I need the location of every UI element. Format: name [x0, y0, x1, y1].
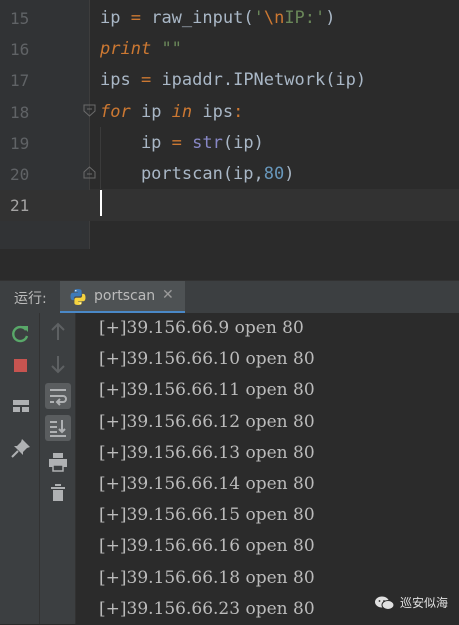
code-line[interactable]: 19 ip = str(ip) — [0, 128, 459, 159]
code-token: ip — [100, 8, 121, 28]
console-line: [+]39.156.66.10 open 80 — [99, 349, 315, 370]
stop-icon[interactable] — [8, 353, 34, 379]
wechat-icon — [375, 596, 395, 610]
run-toolbar-primary — [0, 313, 40, 624]
editor-bottom-area — [0, 249, 459, 279]
code-text: ip = str(ip) — [100, 128, 264, 159]
code-line[interactable]: 17 ips = ipaddr.IPNetwork(ip) — [0, 65, 459, 96]
fold-end-icon[interactable] — [83, 166, 96, 179]
console-line: [+]39.156.66.13 open 80 — [99, 442, 315, 463]
console-line: [+]39.156.66.12 open 80 — [99, 411, 315, 432]
fold-collapse-icon[interactable] — [83, 104, 96, 117]
code-token: "" — [161, 39, 182, 60]
python-icon — [70, 289, 86, 305]
console-line: [+]39.156.66.9 open 80 — [99, 318, 304, 338]
indent-guide — [100, 127, 101, 189]
code-editor[interactable]: 15 ip = raw_input('\nIP:') 16 print "" 17 ips… — [0, 0, 459, 249]
code-token: str — [192, 132, 223, 153]
code-text: for ip in ips: — [100, 97, 243, 128]
code-token: = — [171, 132, 182, 153]
tab-portscan[interactable]: portscan ✕ — [60, 281, 185, 314]
console-line: [+]39.156.66.15 open 80 — [99, 505, 315, 526]
code-token: ) — [284, 164, 295, 184]
code-line[interactable]: 16 print "" — [0, 34, 459, 65]
code-line[interactable]: 18 for ip in ips: — [0, 97, 459, 128]
run-toolbar-secondary — [40, 313, 76, 624]
line-number: 18 — [10, 102, 30, 122]
code-token: ip — [100, 132, 172, 153]
code-token: = — [120, 8, 152, 28]
watermark-text: 巡安似海 — [400, 596, 449, 610]
code-token: print — [100, 39, 152, 60]
code-token: ips — [100, 70, 141, 91]
code-token: ( — [243, 8, 254, 28]
arrow-up-icon[interactable] — [45, 319, 71, 345]
code-token: (ip) — [222, 132, 264, 153]
code-text: ip = raw_input('\nIP:') — [100, 3, 336, 34]
console-output[interactable]: [+]39.156.66.9 open 80 [+]39.156.66.10 op… — [76, 313, 459, 624]
soft-wrap-icon[interactable] — [45, 383, 71, 409]
code-text: ips = ipaddr.IPNetwork(ip) — [100, 65, 366, 96]
arrow-down-icon[interactable] — [45, 351, 71, 377]
pin-icon[interactable] — [8, 435, 34, 461]
code-token: portscan(ip, — [100, 164, 264, 184]
code-text: print "" — [100, 34, 182, 65]
line-number: 21 — [10, 196, 30, 216]
line-number: 20 — [10, 165, 30, 184]
scroll-to-end-icon[interactable] — [45, 415, 71, 441]
tab-portscan-label: portscan — [94, 288, 156, 304]
code-token: \n — [263, 8, 285, 28]
code-line[interactable]: 20 portscan(ip,80) — [0, 159, 459, 190]
code-token: ips — [192, 101, 234, 122]
code-token: ip — [130, 101, 172, 122]
text-caret — [100, 190, 102, 216]
print-icon[interactable] — [45, 449, 71, 475]
code-token: for — [100, 101, 131, 122]
run-tool-window-header: 运行: portscan ✕ — [0, 280, 459, 314]
console-line: [+]39.156.66.16 open 80 — [99, 536, 315, 557]
console-line: [+]39.156.66.11 open 80 — [99, 380, 315, 401]
line-number: 17 — [10, 71, 30, 91]
close-icon[interactable]: ✕ — [162, 287, 174, 303]
line-number: 15 — [10, 9, 30, 28]
line-number: 16 — [10, 40, 30, 60]
code-token: 80 — [263, 164, 285, 184]
line-number: 19 — [10, 133, 30, 153]
code-line[interactable]: 21 — [0, 190, 459, 222]
code-token: ) — [325, 8, 336, 28]
code-token: = — [140, 70, 152, 91]
code-token: ' — [253, 8, 264, 28]
console-line: [+]39.156.66.14 open 80 — [99, 474, 315, 494]
run-label: 运行: — [14, 291, 47, 307]
code-token: : — [233, 101, 244, 122]
code-token: ipaddr.IPNetwork(ip) — [151, 70, 367, 91]
trash-icon[interactable] — [45, 480, 71, 506]
console-line: [+]39.156.66.23 open 80 — [99, 598, 315, 619]
code-token: in — [171, 101, 193, 122]
rerun-icon[interactable] — [8, 321, 34, 347]
code-line[interactable]: 15 ip = raw_input('\nIP:') — [0, 3, 459, 34]
code-token: raw_input — [151, 8, 244, 28]
console-line: [+]39.156.66.18 open 80 — [99, 567, 315, 588]
code-token: IP:' — [284, 8, 326, 28]
code-text: portscan(ip,80) — [100, 159, 295, 190]
layout-icon[interactable] — [8, 393, 34, 419]
